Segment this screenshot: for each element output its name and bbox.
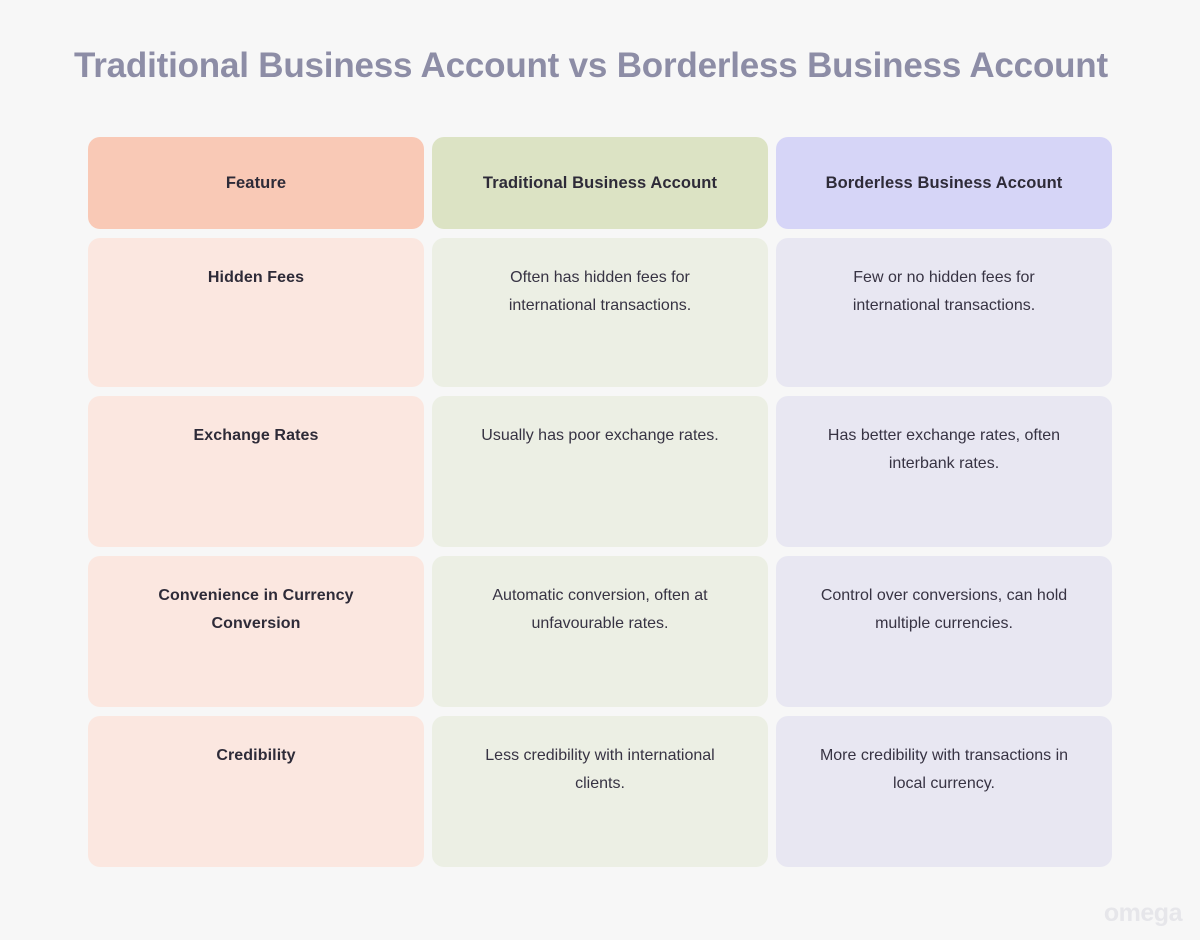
comparison-page: Traditional Business Account vs Borderle… [0,0,1200,940]
table-cell-feature: Hidden Fees [88,238,424,387]
table-cell-traditional: Often has hidden fees for international … [432,238,768,387]
table-header-cell-feature: Feature [88,137,424,229]
table-row: Credibility Less credibility with intern… [88,716,1112,867]
feature-label: Convenience in Currency Conversion [158,587,354,632]
borderless-value: Few or no hidden fees for international … [852,269,1036,314]
table-cell-feature: Exchange Rates [88,396,424,547]
feature-label: Exchange Rates [193,427,319,444]
borderless-value: Has better exchange rates, often interba… [827,427,1061,472]
table-cell-borderless: Few or no hidden fees for international … [776,238,1112,387]
traditional-value: Usually has poor exchange rates. [481,427,719,444]
page-title: Traditional Business Account vs Borderle… [74,46,1108,85]
traditional-value: Less credibility with international clie… [485,747,715,792]
table-row: Convenience in Currency Conversion Autom… [88,556,1112,707]
table-header-label: Borderless Business Account [825,173,1063,192]
table-header-label: Traditional Business Account [482,173,718,192]
comparison-table: Feature Traditional Business Account Bor… [88,137,1112,867]
borderless-value: Control over conversions, can hold multi… [820,587,1068,632]
table-cell-borderless: Has better exchange rates, often interba… [776,396,1112,547]
table-header-cell-traditional: Traditional Business Account [432,137,768,229]
table-header-label: Feature [225,173,287,192]
table-cell-traditional: Less credibility with international clie… [432,716,768,867]
table-header-row: Feature Traditional Business Account Bor… [88,137,1112,229]
table-cell-traditional: Automatic conversion, often at unfavoura… [432,556,768,707]
table-row: Exchange Rates Usually has poor exchange… [88,396,1112,547]
table-cell-borderless: More credibility with transactions in lo… [776,716,1112,867]
table-cell-traditional: Usually has poor exchange rates. [432,396,768,547]
omega-watermark: omega [1103,899,1183,927]
table-cell-feature: Credibility [88,716,424,867]
feature-label: Credibility [216,747,296,764]
table-cell-feature: Convenience in Currency Conversion [88,556,424,707]
table-header-cell-borderless: Borderless Business Account [776,137,1112,229]
traditional-value: Often has hidden fees for international … [508,269,692,314]
table-cell-borderless: Control over conversions, can hold multi… [776,556,1112,707]
borderless-value: More credibility with transactions in lo… [819,747,1069,792]
feature-label: Hidden Fees [207,269,305,286]
table-row: Hidden Fees Often has hidden fees for in… [88,238,1112,387]
traditional-value: Automatic conversion, often at unfavoura… [492,587,708,632]
